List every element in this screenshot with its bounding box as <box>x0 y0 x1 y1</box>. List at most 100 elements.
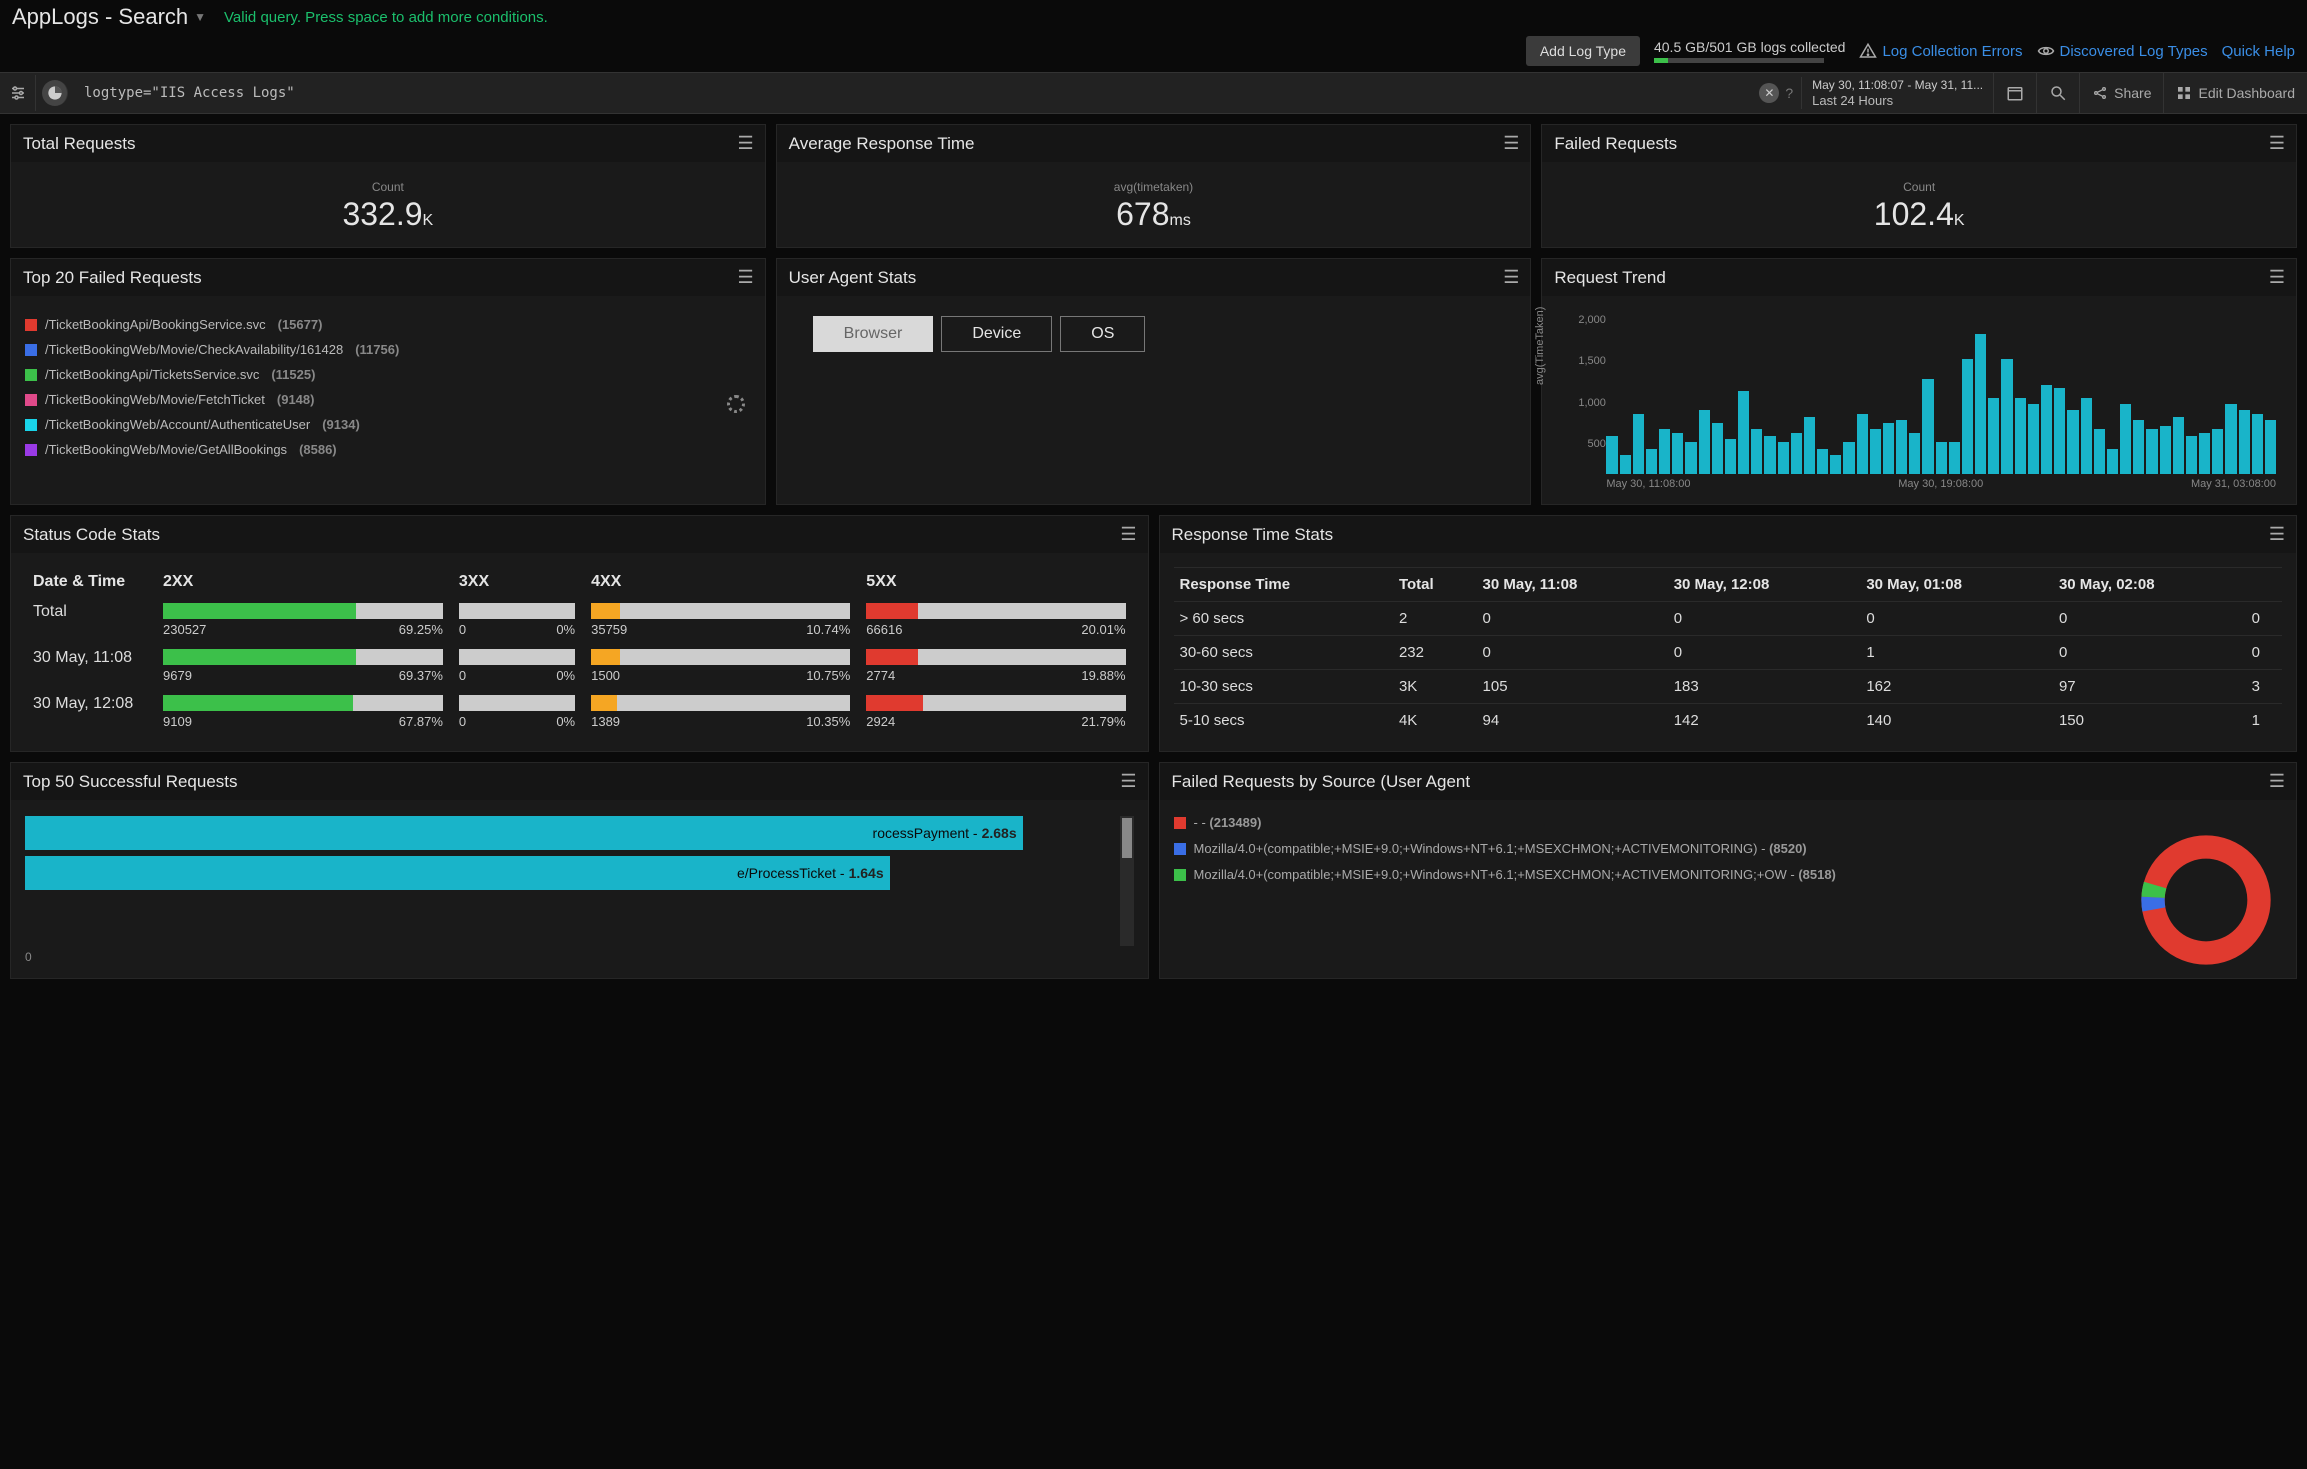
bar <box>2094 429 2105 474</box>
edit-dashboard-button[interactable]: Edit Dashboard <box>2163 73 2307 113</box>
bar <box>1804 417 1815 474</box>
bar <box>1817 449 1828 474</box>
tab-os[interactable]: OS <box>1060 316 1145 352</box>
panel-user-agent: User Agent Stats ☰ Browser Device OS <box>776 258 1532 505</box>
bar <box>2186 436 2197 474</box>
table-row: 10-30 secs3K105183162973 <box>1174 670 2283 704</box>
settings-icon[interactable] <box>0 75 36 111</box>
panel-title: Failed Requests <box>1554 134 1677 154</box>
bar <box>1712 423 1723 474</box>
color-swatch <box>25 344 37 356</box>
table-row: 30 May, 12:08910967.87%00%138910.35%2924… <box>25 689 1134 735</box>
quick-help-link[interactable]: Quick Help <box>2222 43 2295 60</box>
stat-value: 102.4K <box>1556 196 2282 233</box>
legend-item[interactable]: /TicketBookingWeb/Movie/GetAllBookings (… <box>25 437 751 462</box>
search-icon[interactable] <box>2036 73 2079 113</box>
warning-icon <box>1859 42 1877 60</box>
hamburger-icon[interactable]: ☰ <box>1503 133 1518 154</box>
bar <box>2054 388 2065 474</box>
help-icon[interactable]: ? <box>1785 85 1793 101</box>
legend-item[interactable]: Mozilla/4.0+(compatible;+MSIE+9.0;+Windo… <box>1174 836 1861 862</box>
hamburger-icon[interactable]: ☰ <box>1120 524 1135 545</box>
clear-query-icon[interactable]: ✕ <box>1759 83 1779 103</box>
legend-item[interactable]: Mozilla/4.0+(compatible;+MSIE+9.0;+Windo… <box>1174 862 1861 888</box>
bar <box>1672 433 1683 474</box>
color-swatch <box>1174 817 1186 829</box>
panel-title: Status Code Stats <box>23 525 160 545</box>
panel-response-time: Response Time Stats☰ Response TimeTotal3… <box>1159 515 2298 752</box>
bar <box>1751 429 1762 474</box>
tab-browser[interactable]: Browser <box>813 316 934 352</box>
table-row: 5-10 secs4K941421401501 <box>1174 704 2283 738</box>
bar <box>1883 423 1894 474</box>
hamburger-icon[interactable]: ☰ <box>738 267 753 288</box>
bar <box>1685 442 1696 474</box>
bar <box>2225 404 2236 474</box>
bar <box>1962 359 1973 474</box>
table-row: > 60 secs200000 <box>1174 602 2283 636</box>
bar <box>1791 433 1802 474</box>
hamburger-icon[interactable]: ☰ <box>2269 267 2284 288</box>
bar <box>2199 433 2210 474</box>
color-swatch <box>25 419 37 431</box>
panel-title: Request Trend <box>1554 268 1666 288</box>
bar <box>1659 429 1670 474</box>
stat-sublabel: avg(timetaken) <box>791 180 1517 194</box>
hamburger-icon[interactable]: ☰ <box>2269 524 2284 545</box>
legend-item[interactable]: /TicketBookingApi/TicketsService.svc (11… <box>25 362 751 387</box>
pie-icon[interactable] <box>42 80 68 106</box>
log-collection-errors-link[interactable]: Log Collection Errors <box>1859 42 2022 60</box>
panel-title: Average Response Time <box>789 134 975 154</box>
tab-device[interactable]: Device <box>941 316 1052 352</box>
calendar-icon[interactable] <box>1993 73 2036 113</box>
chevron-down-icon[interactable]: ▼ <box>194 10 206 24</box>
bar <box>2015 398 2026 474</box>
share-button[interactable]: Share <box>2079 73 2163 113</box>
query-input[interactable] <box>74 85 1753 101</box>
bar <box>1949 442 1960 474</box>
app-header: AppLogs - Search ▼ Valid query. Press sp… <box>0 0 2307 34</box>
panel-title: Total Requests <box>23 134 135 154</box>
legend-item[interactable]: /TicketBookingWeb/Movie/CheckAvailabilit… <box>25 337 751 362</box>
bar <box>1936 442 1947 474</box>
color-swatch <box>1174 869 1186 881</box>
hamburger-icon[interactable]: ☰ <box>2269 133 2284 154</box>
legend-item[interactable]: /TicketBookingWeb/Account/AuthenticateUs… <box>25 412 751 437</box>
table-row: 30-60 secs23200100 <box>1174 636 2283 670</box>
legend-item[interactable]: - - (213489) <box>1174 810 1861 836</box>
hamburger-icon[interactable]: ☰ <box>1120 771 1135 792</box>
panel-title: Response Time Stats <box>1172 525 1334 545</box>
bar <box>2067 410 2078 474</box>
bar <box>1620 455 1631 474</box>
bar <box>2041 385 2052 474</box>
panel-title: Top 20 Failed Requests <box>23 268 202 288</box>
stat-sublabel: Count <box>25 180 751 194</box>
panel-status-codes: Status Code Stats☰ Date & Time2XX3XX4XX5… <box>10 515 1149 752</box>
bar <box>2212 429 2223 474</box>
discovered-log-types-link[interactable]: Discovered Log Types <box>2037 42 2208 60</box>
axis-zero: 0 <box>25 950 1134 964</box>
bar <box>1870 429 1881 474</box>
bar <box>2265 420 2276 474</box>
app-title: AppLogs - Search <box>12 4 188 30</box>
add-log-type-button[interactable]: Add Log Type <box>1526 36 1640 66</box>
bar <box>1699 410 1710 474</box>
loading-spinner-icon <box>727 395 745 413</box>
legend-item[interactable]: /TicketBookingApi/BookingService.svc (15… <box>25 312 751 337</box>
bar <box>1975 334 1986 474</box>
hamburger-icon[interactable]: ☰ <box>2269 771 2284 792</box>
stat-value: 332.9K <box>25 196 751 233</box>
panel-title: Failed Requests by Source (User Agent <box>1172 772 1471 792</box>
stat-value: 678ms <box>791 196 1517 233</box>
bar <box>2160 426 2171 474</box>
time-range[interactable]: May 30, 11:08:07 - May 31, 11... Last 24… <box>1801 77 1993 109</box>
hamburger-icon[interactable]: ☰ <box>738 133 753 154</box>
panel-title: User Agent Stats <box>789 268 917 288</box>
color-swatch <box>1174 843 1186 855</box>
bar <box>1857 414 1868 474</box>
hamburger-icon[interactable]: ☰ <box>1503 267 1518 288</box>
panel-top50-success: Top 50 Successful Requests☰ rocessPaymen… <box>10 762 1149 979</box>
scrollbar[interactable] <box>1120 816 1134 946</box>
color-swatch <box>25 369 37 381</box>
legend-item[interactable]: /TicketBookingWeb/Movie/FetchTicket (914… <box>25 387 751 412</box>
